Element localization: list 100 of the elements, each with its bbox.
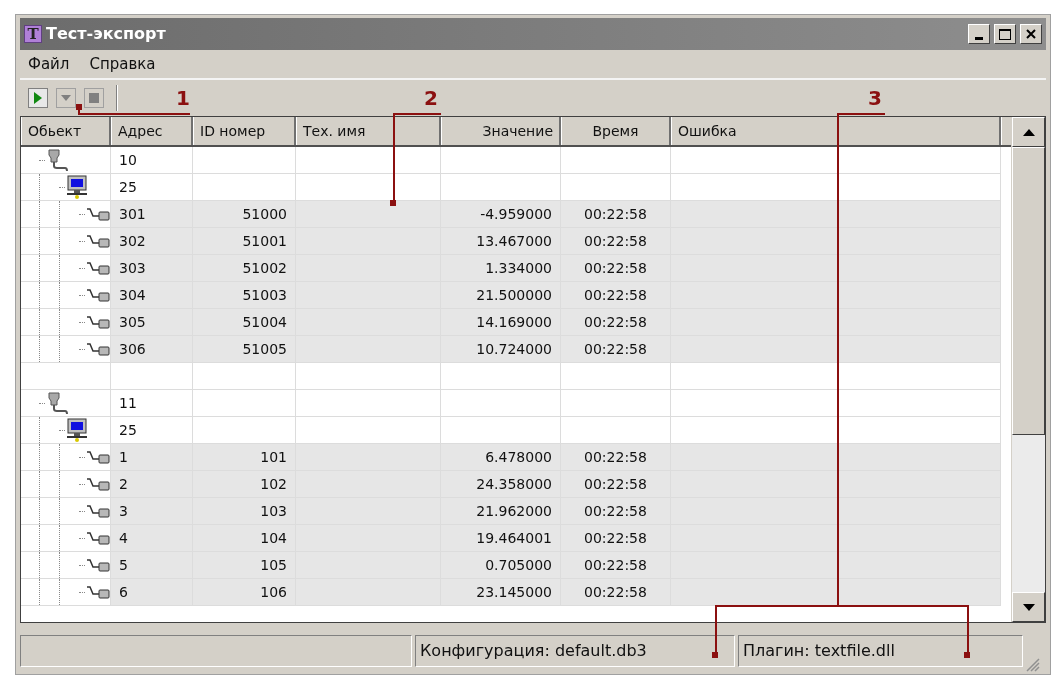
connector-icon xyxy=(85,584,111,600)
plug-icon xyxy=(45,148,71,172)
plug-icon xyxy=(45,391,71,415)
table-cell: 2 xyxy=(111,471,193,498)
callout-number: 2 xyxy=(424,88,438,108)
table-cell: 00:22:58 xyxy=(561,498,671,525)
table-cell: 11 xyxy=(111,390,193,417)
table-cell: 51005 xyxy=(193,336,296,363)
table-cell: 103 xyxy=(193,498,296,525)
table-cell: 00:22:58 xyxy=(561,228,671,255)
connector-icon xyxy=(85,503,111,519)
callout-number: 1 xyxy=(176,88,190,108)
maximize-button[interactable] xyxy=(994,24,1016,44)
connector-icon xyxy=(85,557,111,573)
table-cell: 304 xyxy=(111,282,193,309)
table-cell: 25 xyxy=(111,417,193,444)
callout-number: 3 xyxy=(868,88,882,108)
up-arrow-icon xyxy=(1022,128,1035,136)
table-cell: 306 xyxy=(111,336,193,363)
resize-grip-icon xyxy=(1026,658,1040,672)
table-cell: 00:22:58 xyxy=(561,336,671,363)
table-cell: 23.145000 xyxy=(441,579,561,606)
tree-line xyxy=(39,402,45,404)
table-cell: -4.959000 xyxy=(441,201,561,228)
close-button[interactable] xyxy=(1020,24,1042,44)
table-cell: 13.467000 xyxy=(441,228,561,255)
column-header[interactable]: Обьект xyxy=(21,117,111,145)
table-cell: 00:22:58 xyxy=(561,552,671,579)
table-cell: 104 xyxy=(193,525,296,552)
table-cell: 106 xyxy=(193,579,296,606)
table-cell: 303 xyxy=(111,255,193,282)
app-icon: T xyxy=(24,25,42,43)
connector-icon xyxy=(85,233,111,249)
table-cell: 3 xyxy=(111,498,193,525)
table-cell: 6.478000 xyxy=(441,444,561,471)
scroll-thumb[interactable] xyxy=(1012,147,1045,435)
connector-icon xyxy=(85,449,111,465)
table-cell: 00:22:58 xyxy=(561,201,671,228)
column-header[interactable]: Время xyxy=(561,117,671,145)
table-cell: 21.500000 xyxy=(441,282,561,309)
table-cell: 301 xyxy=(111,201,193,228)
table-cell: 0.705000 xyxy=(441,552,561,579)
table-cell: 102 xyxy=(193,471,296,498)
tree-line xyxy=(39,159,45,161)
connector-icon xyxy=(85,530,111,546)
status-pane: Конфигурация: default.db3 xyxy=(415,634,735,667)
table-cell: 51004 xyxy=(193,309,296,336)
table-cell: 4 xyxy=(111,525,193,552)
column-header[interactable]: ID номер xyxy=(193,117,296,145)
table-cell: 51003 xyxy=(193,282,296,309)
table-cell: 00:22:58 xyxy=(561,255,671,282)
connector-icon xyxy=(85,206,111,222)
table-cell: 00:22:58 xyxy=(561,471,671,498)
connector-icon xyxy=(85,341,111,357)
table-cell: 101 xyxy=(193,444,296,471)
table-cell: 51001 xyxy=(193,228,296,255)
connector-icon xyxy=(85,260,111,276)
table-cell: 305 xyxy=(111,309,193,336)
minimize-icon xyxy=(975,37,983,40)
table-cell: 21.962000 xyxy=(441,498,561,525)
minimize-button[interactable] xyxy=(968,24,990,44)
play-button[interactable] xyxy=(28,88,48,108)
table-cell: 24.358000 xyxy=(441,471,561,498)
table-cell: 10 xyxy=(111,147,193,174)
menu-item[interactable]: Файл xyxy=(28,52,70,76)
table-cell: 10.724000 xyxy=(441,336,561,363)
status-pane: Плагин: textfile.dll xyxy=(738,634,1023,667)
monitor-icon xyxy=(65,418,89,442)
scrollbar[interactable] xyxy=(1011,117,1045,622)
column-header[interactable]: Ошибка xyxy=(671,117,1001,145)
menu-item[interactable]: Справка xyxy=(89,52,156,76)
column-header[interactable]: Тех. имя xyxy=(296,117,441,145)
down-arrow-icon xyxy=(1022,603,1035,611)
table-cell: 00:22:58 xyxy=(561,444,671,471)
table-cell: 6 xyxy=(111,579,193,606)
connector-icon xyxy=(85,314,111,330)
table-cell: 00:22:58 xyxy=(561,525,671,552)
connector-icon xyxy=(85,287,111,303)
table-cell: 14.169000 xyxy=(441,309,561,336)
maximize-icon xyxy=(999,28,1011,40)
scroll-up-button[interactable] xyxy=(1012,117,1045,147)
table-cell: 105 xyxy=(193,552,296,579)
window-title: Тест-экспорт xyxy=(46,23,166,45)
table-cell: 1 xyxy=(111,444,193,471)
connector-icon xyxy=(85,476,111,492)
table-cell: 5 xyxy=(111,552,193,579)
table-cell: 00:22:58 xyxy=(561,309,671,336)
column-header[interactable]: Адрес xyxy=(111,117,193,145)
table-cell: 1.334000 xyxy=(441,255,561,282)
table-cell: 51000 xyxy=(193,201,296,228)
table-cell: 51002 xyxy=(193,255,296,282)
table-cell: 00:22:58 xyxy=(561,282,671,309)
table-cell: 00:22:58 xyxy=(561,579,671,606)
stop-icon xyxy=(87,91,101,105)
close-icon xyxy=(1026,29,1036,39)
table-cell: 302 xyxy=(111,228,193,255)
column-header[interactable]: Значение xyxy=(441,117,561,145)
scroll-down-button[interactable] xyxy=(1012,592,1045,622)
table-cell: 25 xyxy=(111,174,193,201)
monitor-icon xyxy=(65,175,89,199)
